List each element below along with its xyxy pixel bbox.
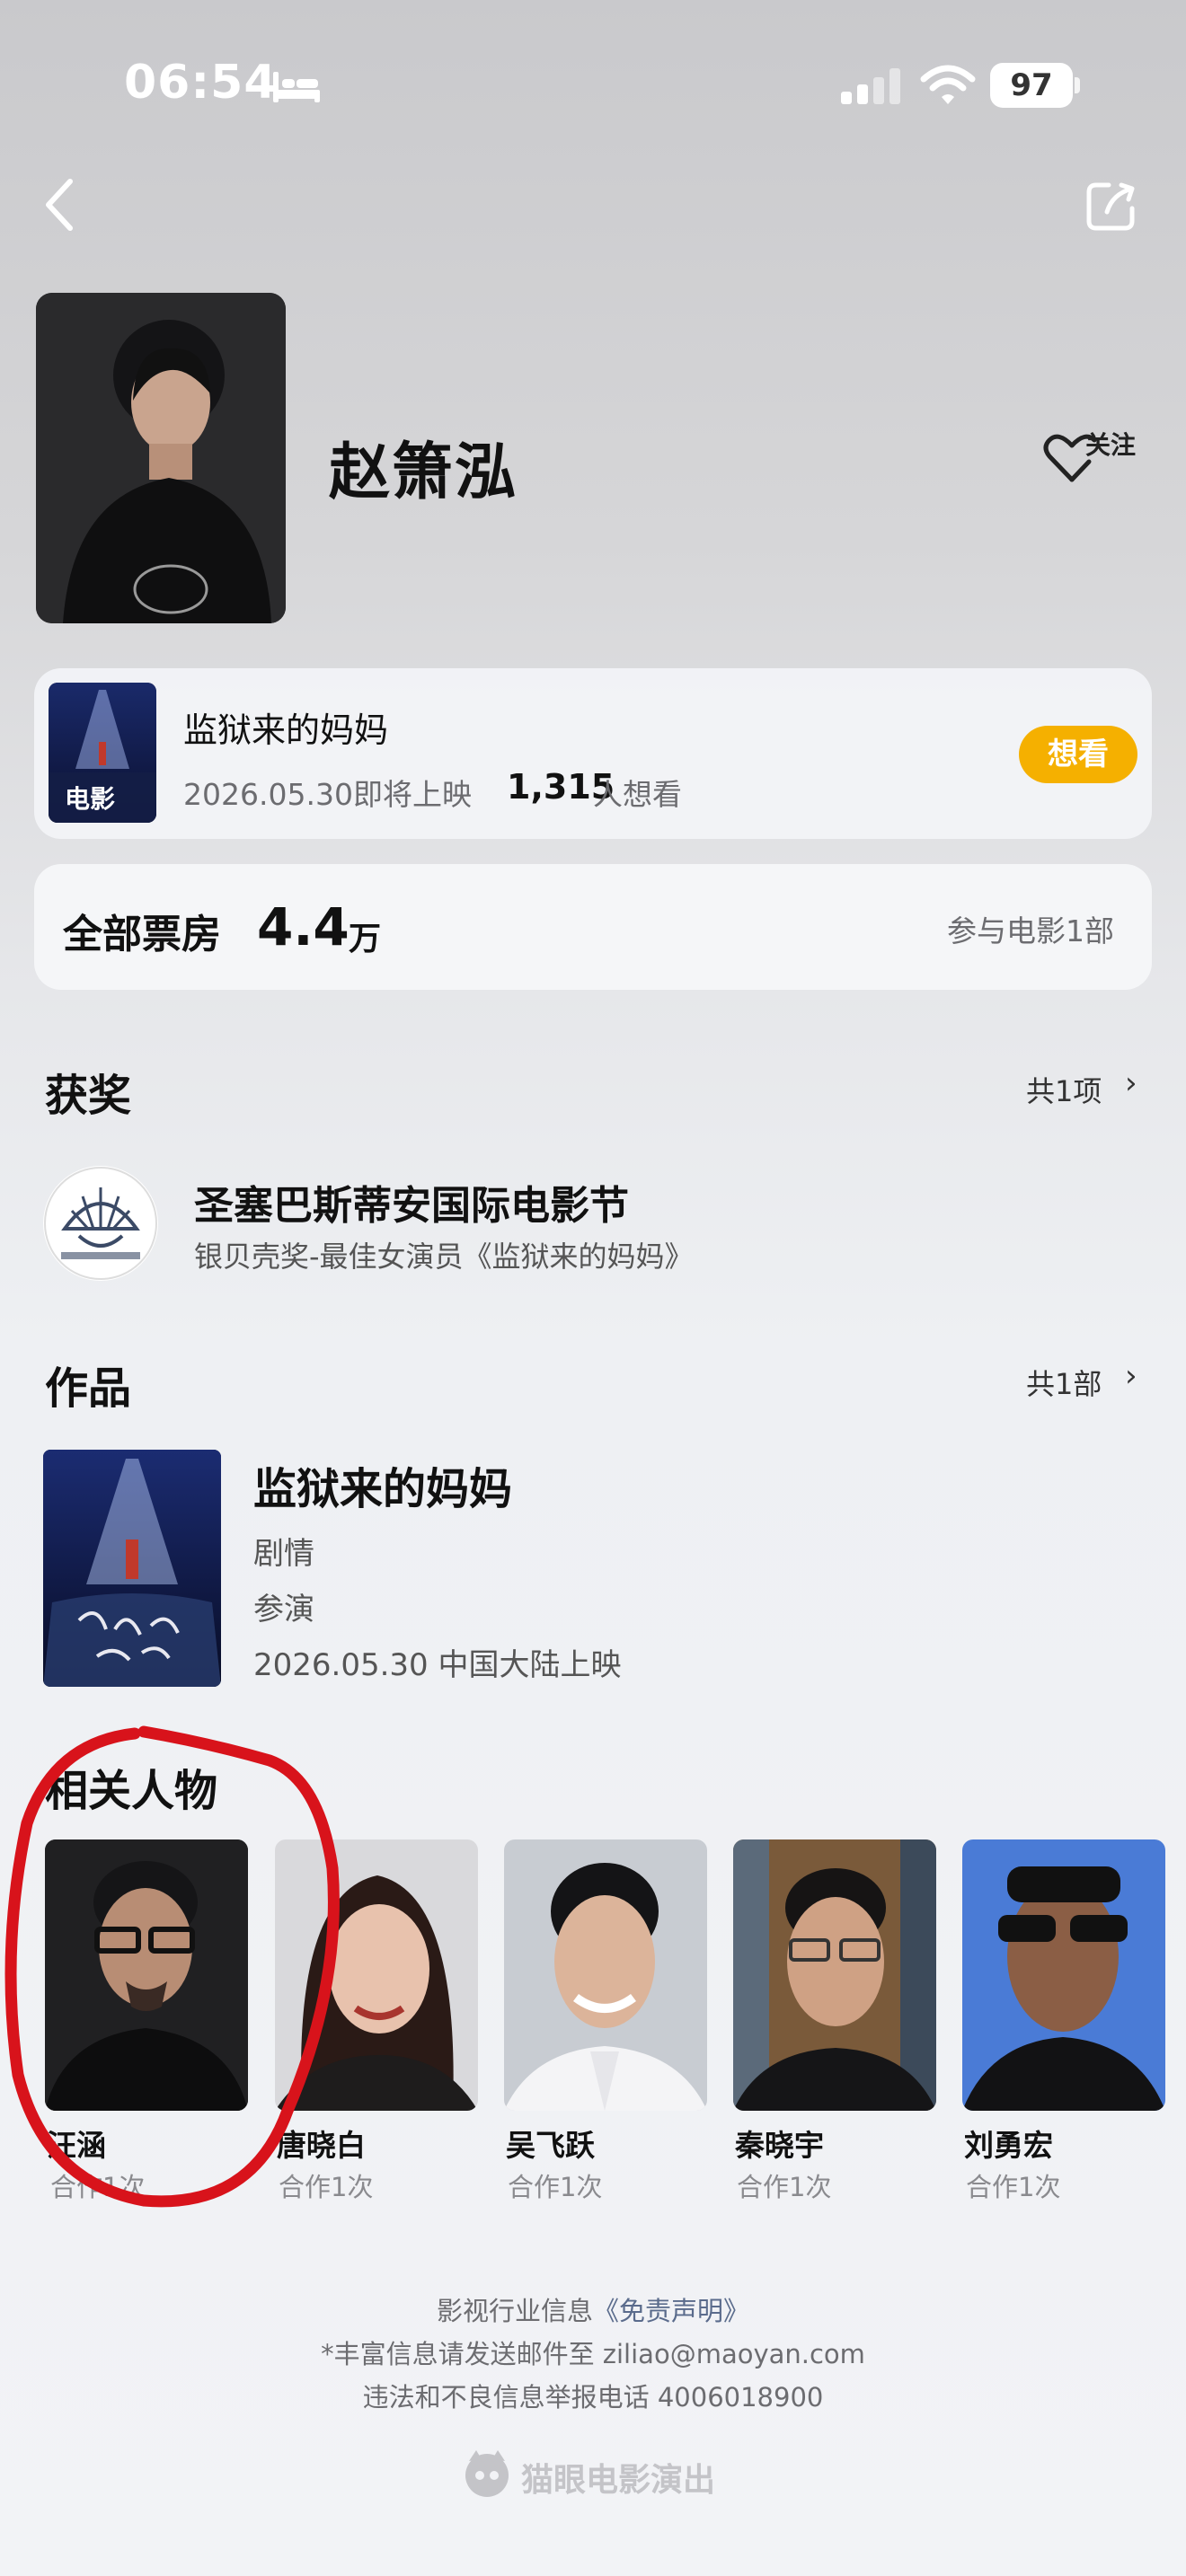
battery-nub bbox=[1075, 77, 1080, 93]
work-role: 参演 bbox=[253, 1592, 314, 1628]
battery-level: 97 bbox=[990, 63, 1073, 108]
box-office-value: 4.4 bbox=[257, 896, 350, 957]
footer-email: *丰富信息请发送邮件至 ziliao@maoyan.com bbox=[321, 2339, 865, 2369]
box-office-label: 全部票房 bbox=[63, 912, 221, 957]
awards-count[interactable]: 共1项 bbox=[1026, 1069, 1102, 1110]
actor-portrait bbox=[36, 293, 286, 623]
footer-brand: 猫眼电影演出 bbox=[521, 2462, 716, 2499]
movie-thumbnail[interactable]: 电影 bbox=[49, 683, 156, 823]
person-name-4[interactable]: 秦晓宇 bbox=[735, 2122, 824, 2165]
films-count: 参与电影1部 bbox=[947, 913, 1114, 948]
awards-section-title: 获奖 bbox=[45, 1071, 132, 1121]
person-collab-3: 合作1次 bbox=[508, 2172, 603, 2202]
footer-prefix: 影视行业信息 bbox=[436, 2296, 593, 2326]
red-annotation-circle bbox=[4, 1725, 340, 2208]
want-count-suffix: 人想看 bbox=[593, 777, 682, 812]
work-poster[interactable] bbox=[43, 1450, 221, 1687]
award-festival-name[interactable]: 圣塞巴斯蒂安国际电影节 bbox=[194, 1173, 629, 1231]
disclaimer-link[interactable]: 《免责声明》 bbox=[593, 2296, 749, 2326]
want-to-see-button[interactable]: 想看 bbox=[1019, 726, 1137, 783]
work-title[interactable]: 监狱来的妈妈 bbox=[253, 1453, 512, 1516]
follow-label[interactable]: 关注 bbox=[1085, 426, 1136, 462]
award-detail: 银贝壳奖-最佳女演员《监狱来的妈妈》 bbox=[194, 1239, 694, 1274]
upcoming-movie-date: 2026.05.30即将上映 bbox=[183, 777, 472, 812]
maoyan-cat-logo-icon bbox=[465, 2450, 509, 2497]
work-release: 2026.05.30 中国大陆上映 bbox=[253, 1647, 622, 1683]
wifi-icon bbox=[920, 65, 976, 104]
poster-tag: 电影 bbox=[65, 784, 116, 814]
person-card-3[interactable] bbox=[504, 1839, 707, 2111]
footer-phone: 违法和不良信息举报电话 4006018900 bbox=[362, 2382, 824, 2413]
box-office-unit: 万 bbox=[349, 921, 382, 957]
person-name-3[interactable]: 吴飞跃 bbox=[506, 2122, 595, 2165]
person-collab-5: 合作1次 bbox=[966, 2172, 1061, 2202]
person-collab-4: 合作1次 bbox=[737, 2172, 832, 2202]
upcoming-movie-title[interactable]: 监狱来的妈妈 bbox=[183, 702, 388, 752]
cellular-signal-icon bbox=[841, 68, 900, 104]
work-genre: 剧情 bbox=[253, 1536, 314, 1572]
person-name-5[interactable]: 刘勇宏 bbox=[964, 2122, 1053, 2165]
footer-disclaimer: 影视行业信息《免责声明》 bbox=[0, 2290, 1186, 2328]
person-card-5[interactable] bbox=[962, 1839, 1165, 2111]
share-icon[interactable] bbox=[1082, 178, 1139, 235]
status-time: 06:54 bbox=[124, 56, 278, 110]
back-arrow-icon[interactable] bbox=[40, 176, 83, 234]
works-section-title: 作品 bbox=[45, 1363, 132, 1414]
works-count[interactable]: 共1部 bbox=[1026, 1362, 1102, 1403]
person-card-4[interactable] bbox=[733, 1839, 936, 2111]
works-chevron-icon[interactable]: › bbox=[1125, 1358, 1137, 1394]
festival-logo bbox=[43, 1166, 158, 1281]
sleep-bed-icon bbox=[273, 72, 320, 102]
actor-name: 赵箫泓 bbox=[329, 437, 518, 508]
awards-chevron-icon[interactable]: › bbox=[1125, 1065, 1137, 1101]
